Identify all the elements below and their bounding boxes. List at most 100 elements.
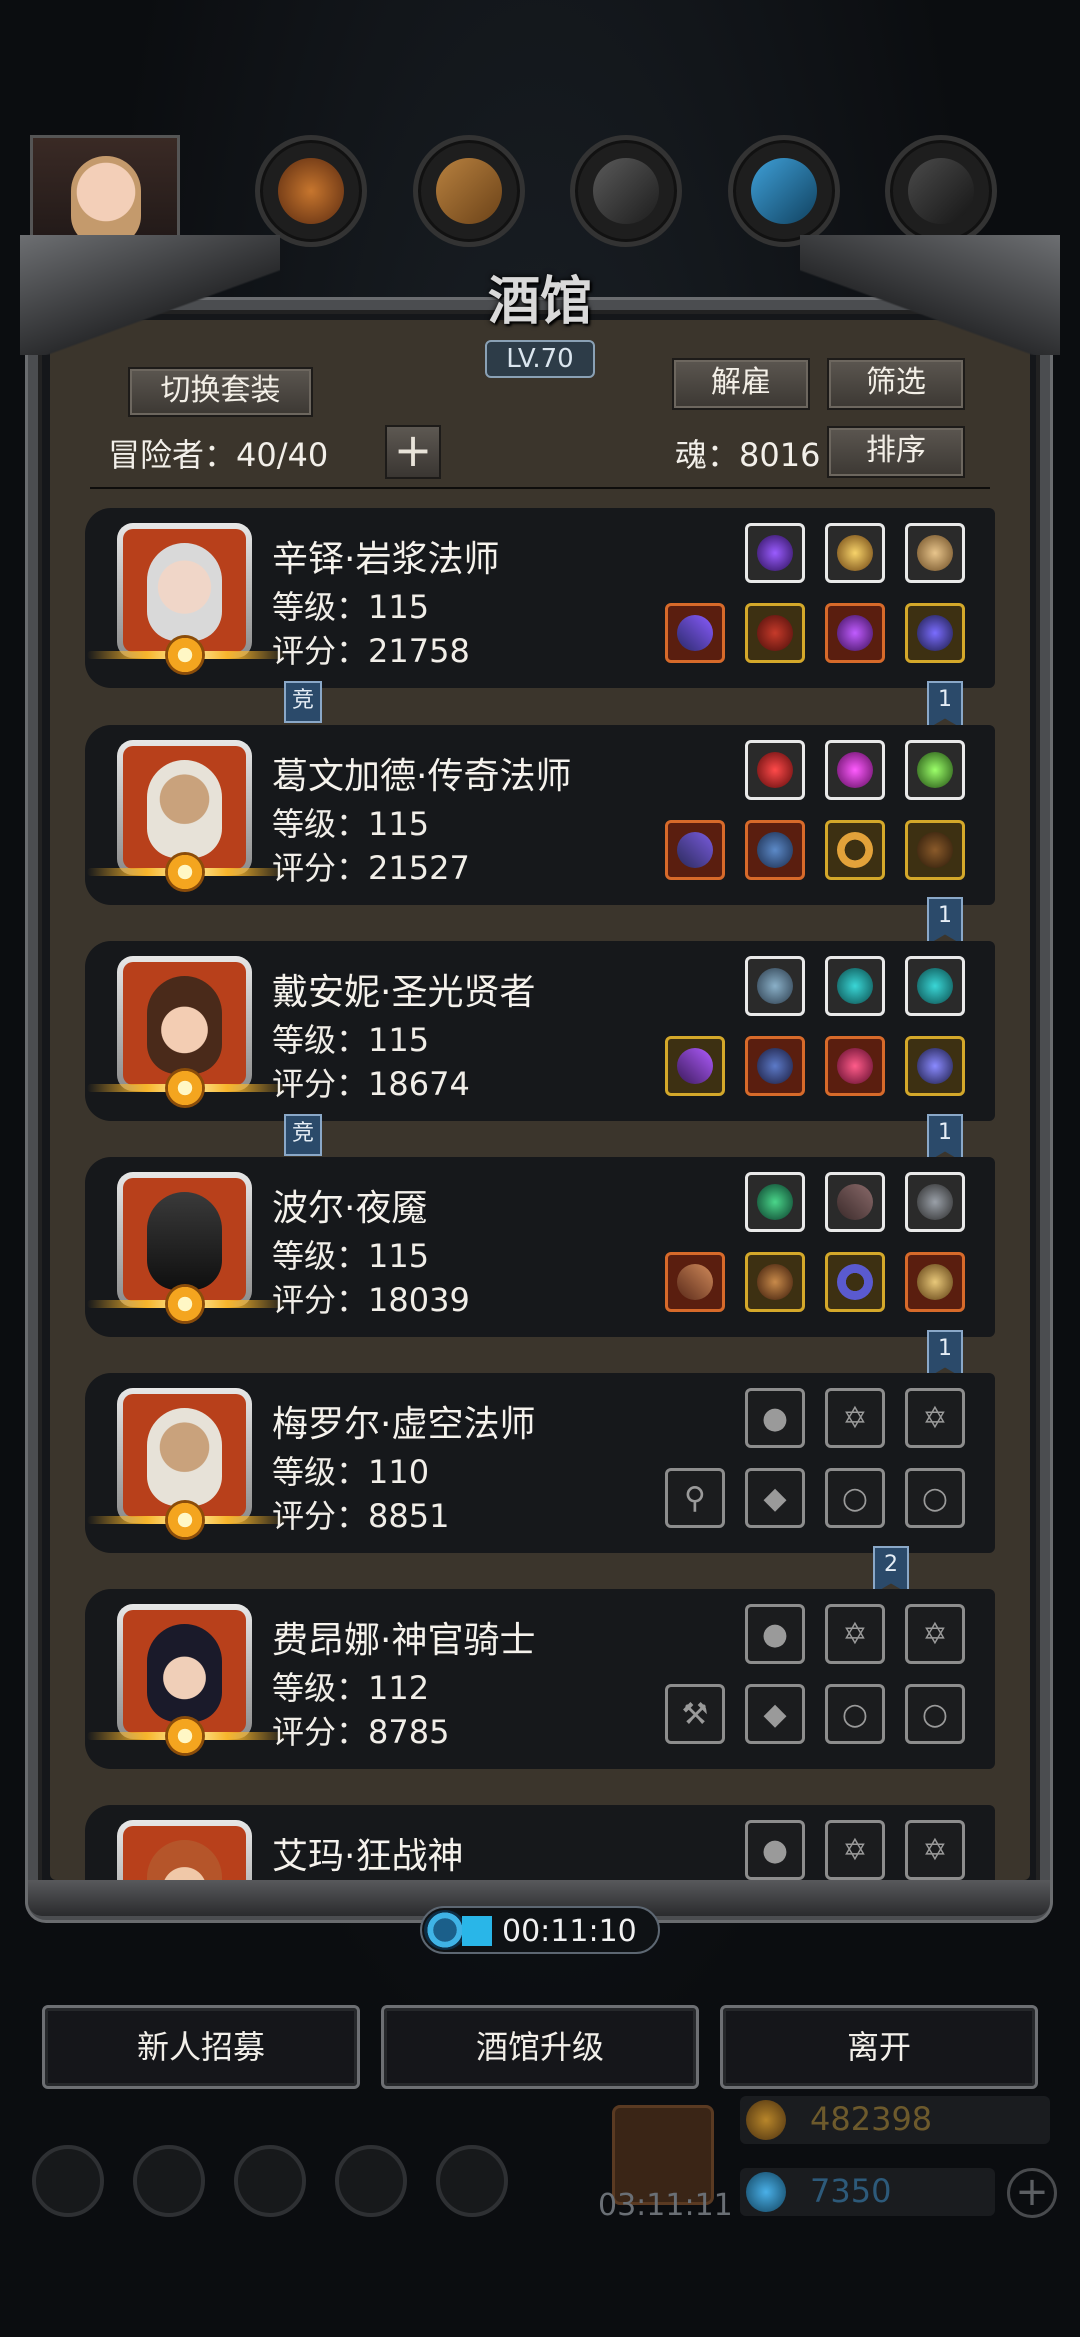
divider [90,487,990,489]
empty-relic-slot-icon[interactable]: ✡ [905,1820,965,1880]
empty-relic-slot-icon[interactable]: ✡ [825,1820,885,1880]
hero-portrait [87,956,287,1108]
recruit-button[interactable]: 新人招募 [42,2005,360,2089]
badge-icon [133,2145,205,2217]
crystal-equip-icon[interactable] [745,1172,805,1232]
settings-icon [32,2145,104,2217]
rank-badge: 1 [927,897,963,945]
hero-score: 评分：8851 [272,1497,450,1535]
compass-equip-icon[interactable] [905,523,965,583]
gem-icon [746,2172,786,2212]
stone-resource-icon [885,135,997,247]
empty-relic-slot-icon[interactable]: ✡ [825,1388,885,1448]
frame-ornament-right [800,235,1060,355]
empty-relic-slot-icon[interactable]: ✡ [905,1604,965,1664]
armor-equip-icon[interactable] [745,1036,805,1096]
amulet-equip-icon[interactable] [825,603,885,663]
empty-ring-slot-icon[interactable]: ○ [825,1468,885,1528]
orb-equip-icon[interactable] [745,523,805,583]
refresh-timer: 00:11:10 [420,1906,660,1954]
hero-portrait [87,523,287,675]
potion-equip-icon[interactable] [745,740,805,800]
pendant-equip-icon[interactable] [905,603,965,663]
leave-button[interactable]: 离开 [720,2005,1038,2089]
empty-armor-slot-icon[interactable]: ◆ [745,1468,805,1528]
hero-score: 评分：21527 [272,849,470,887]
hero-card[interactable]: 费昂娜·神官骑士 等级：112 评分：8785 ● ✡ ✡ ⚒ ◆ ○ ○ [85,1589,995,1769]
arena-tag: 竞 [284,1114,322,1156]
gem-value: 7350 [810,2172,892,2210]
hero-card[interactable]: 葛文加德·传奇法师 等级：115 评分：21527 [85,725,995,905]
add-slot-button[interactable]: + [385,425,441,479]
armor-equip-icon[interactable] [745,1252,805,1312]
hero-portrait [87,1172,287,1324]
sort-button[interactable]: 排序 [827,426,965,478]
ring-equip-icon[interactable] [825,1252,885,1312]
feather-equip-icon[interactable] [825,1172,885,1232]
rank-badge: 1 [927,1114,963,1162]
boots-equip-icon[interactable] [745,956,805,1016]
star-icon [165,1716,205,1756]
filter-button[interactable]: 筛选 [827,358,965,410]
star-icon [165,1284,205,1324]
shield-icon [436,2145,508,2217]
stone-equip-icon[interactable] [905,956,965,1016]
hero-card[interactable]: 波尔·夜魇 等级：115 评分：18039 [85,1157,995,1337]
empty-weapon-slot-icon[interactable]: ⚒ [665,1684,725,1744]
helmet-equip-icon[interactable] [905,1252,965,1312]
hero-card[interactable]: 梅罗尔·虚空法师 等级：110 评分：8851 ● ✡ ✡ ⚲ ◆ ○ ○ [85,1373,995,1553]
empty-ring-slot-icon[interactable]: ○ [825,1684,885,1744]
lantern-equip-icon[interactable] [905,1172,965,1232]
empty-potion-slot-icon[interactable]: ● [745,1388,805,1448]
empty-weapon-slot-icon[interactable]: ⚲ [665,1468,725,1528]
hero-score: 评分：18039 [272,1281,470,1319]
refresh-timer-text: 00:11:10 [502,1914,637,1949]
gold-value: 482398 [810,2100,933,2138]
sword-equip-icon[interactable] [665,1252,725,1312]
gem-equip-icon[interactable] [825,740,885,800]
staff-equip-icon[interactable] [665,820,725,880]
empty-relic-slot-icon[interactable]: ✡ [825,1604,885,1664]
rank-badge: 1 [927,681,963,729]
lantern-equip-icon[interactable] [905,740,965,800]
hero-list[interactable]: 辛铎·岩浆法师 等级：115 评分：21758 竞 1 葛文加德·传奇法师 等级… [85,505,1005,1880]
hero-score: 评分：8785 [272,1713,450,1751]
empty-potion-slot-icon[interactable]: ● [745,1820,805,1880]
add-gems-button: + [1007,2168,1057,2218]
pendant-equip-icon[interactable] [905,1036,965,1096]
robe-equip-icon[interactable] [745,820,805,880]
clock-icon [424,1910,466,1950]
stone-equip-icon[interactable] [825,956,885,1016]
frame-ornament-left [20,235,280,355]
empty-potion-slot-icon[interactable]: ● [745,1604,805,1664]
empty-ring-slot-icon[interactable]: ○ [905,1684,965,1744]
hero-level: 等级：110 [272,1453,430,1491]
mail-icon [335,2145,407,2217]
bag-equip-icon[interactable] [905,820,965,880]
ring-equip-icon[interactable] [825,820,885,880]
empty-ring-slot-icon[interactable]: ○ [905,1468,965,1528]
dismiss-button[interactable]: 解雇 [672,358,810,410]
star-icon [165,1068,205,1108]
hero-name: 戴安妮·圣光贤者 [272,972,536,1013]
empty-armor-slot-icon[interactable]: ◆ [745,1684,805,1744]
hero-level: 等级：115 [272,1237,430,1275]
hero-level: 等级：115 [272,588,430,626]
amulet-equip-icon[interactable] [825,1036,885,1096]
wood-resource-icon [413,135,525,247]
staff-equip-icon[interactable] [665,603,725,663]
meat-resource-icon [255,135,367,247]
armor-equip-icon[interactable] [745,603,805,663]
adventurer-count: 冒险者：40/40 [108,436,329,474]
hero-card[interactable]: 艾玛·狂战神 ● ✡ ✡ [85,1805,995,1880]
lantern-equip-icon[interactable] [825,523,885,583]
upgrade-tavern-button[interactable]: 酒馆升级 [381,2005,699,2089]
hero-card[interactable]: 戴安妮·圣光贤者 等级：115 评分：18674 [85,941,995,1121]
empty-relic-slot-icon[interactable]: ✡ [905,1388,965,1448]
switch-outfit-button[interactable]: 切换套装 [128,367,313,417]
arena-tag: 竞 [284,681,322,723]
star-icon [165,635,205,675]
gold-coin-icon [746,2100,786,2140]
staff-equip-icon[interactable] [665,1036,725,1096]
hero-card[interactable]: 辛铎·岩浆法师 等级：115 评分：21758 [85,508,995,688]
